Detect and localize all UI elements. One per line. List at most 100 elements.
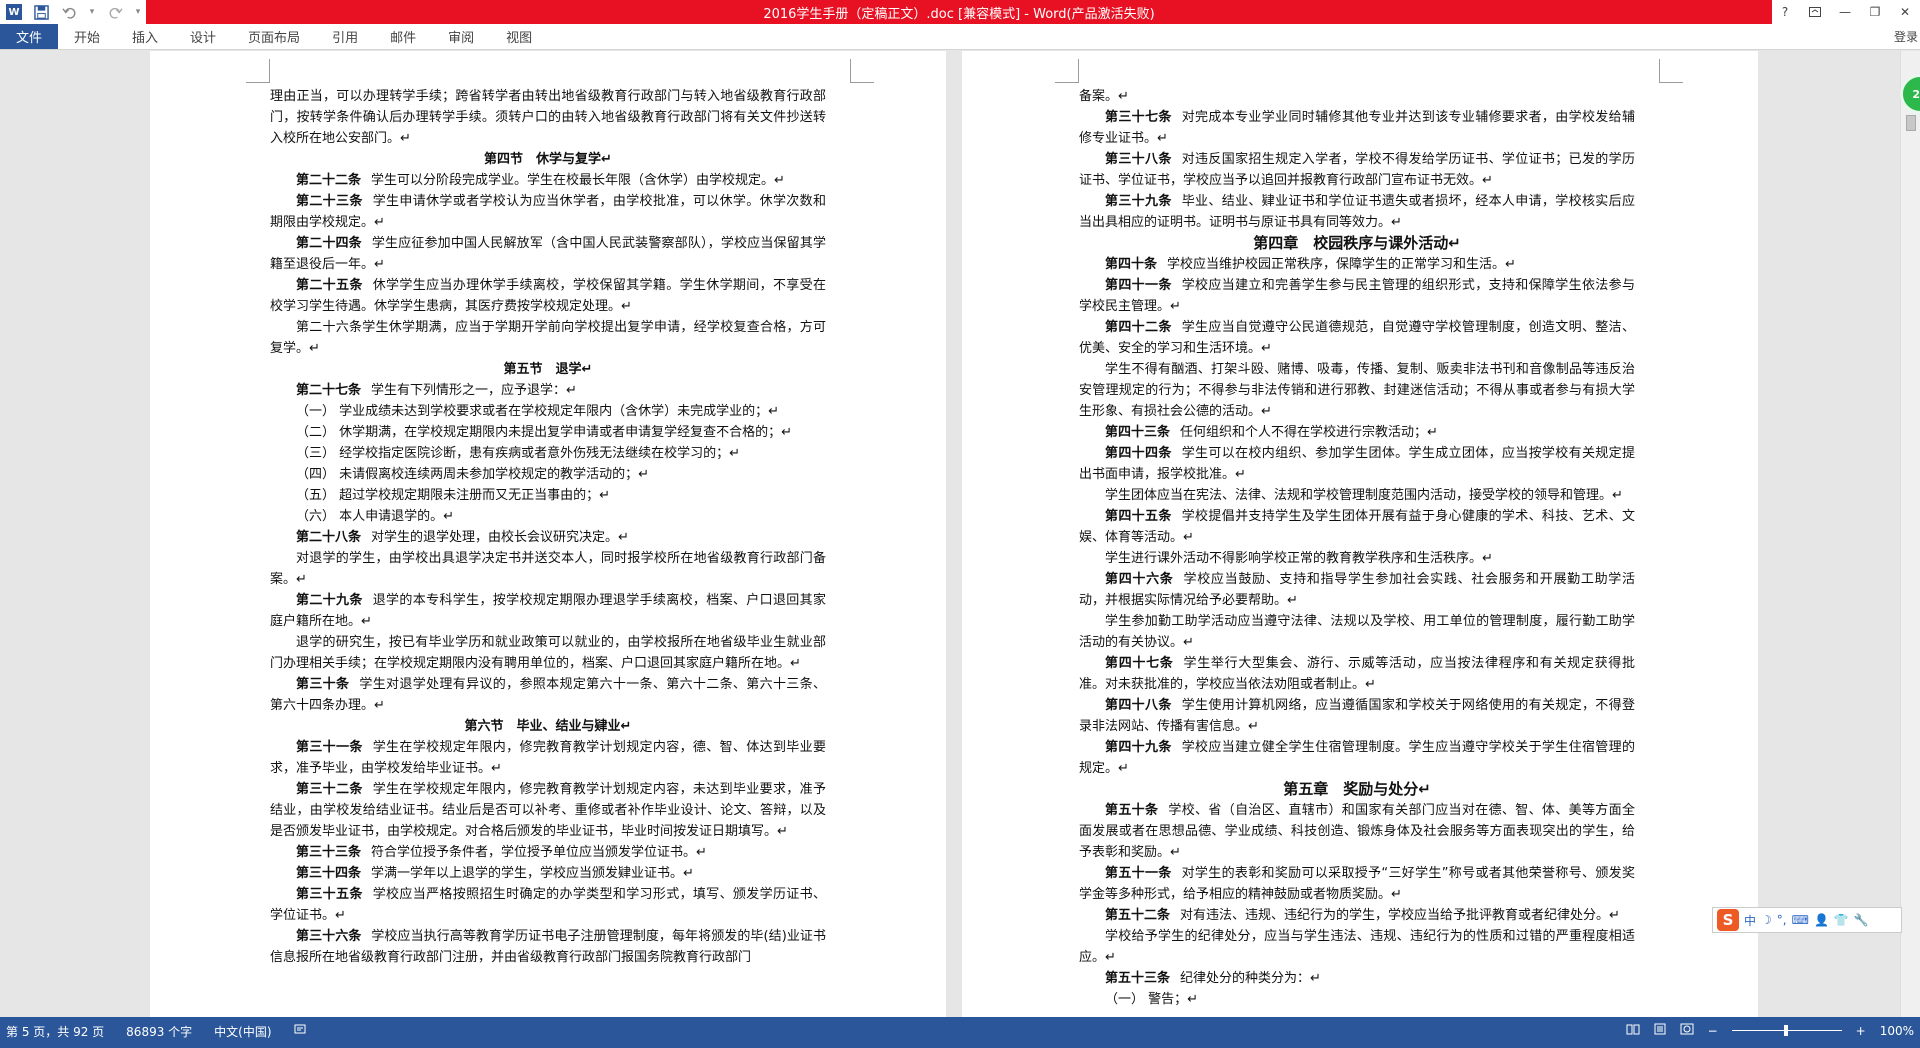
article-number: 第三十七条 (1105, 110, 1172, 125)
article-number: 第三十六条 (296, 929, 362, 944)
tab-view[interactable]: 视图 (490, 24, 548, 49)
zoom-level[interactable]: 100% (1880, 1024, 1914, 1038)
body-paragraph: 学生不得有酗酒、打架斗殴、赌博、吸毒，传播、复制、贩卖非法书刊和音像制品等违反治… (1079, 362, 1635, 419)
ime-chinese-mode[interactable]: 中 (1744, 912, 1756, 929)
article-paragraph: 第三十六条 学校应当执行高等教育学历证书电子注册管理制度，每年将颁发的毕(结)业证… (270, 926, 826, 968)
word-count[interactable]: 86893 个字 (126, 1023, 192, 1040)
body-paragraph: （五） 超过学校规定期限未注册而又无正当事由的；↵ (296, 488, 611, 503)
zoom-slider-knob[interactable] (1783, 1025, 1788, 1036)
scrollbar-thumb[interactable] (1906, 115, 1916, 131)
save-icon[interactable] (32, 3, 50, 21)
vertical-scrollbar[interactable] (1900, 51, 1920, 1017)
macro-record-icon[interactable] (294, 1023, 306, 1040)
article-paragraph: 第三十三条 符合学位授予条件者，学位授予单位应当颁发学位证书。↵ (270, 842, 826, 863)
article-number: 第三十一条 (296, 740, 363, 755)
article-text: 纪律处分的种类分为：↵ (1180, 971, 1321, 986)
help-button[interactable]: ? (1770, 0, 1800, 24)
article-number: 第四十七条 (1105, 656, 1174, 671)
section-heading: 第四章 校园秩序与课外活动↵ (1253, 234, 1461, 252)
page-text-left[interactable]: 理由正当，可以办理转学手续；跨省转学者由转出地省级教育行政部门与转入地省级教育行… (270, 86, 826, 968)
article-number: 第四十一条 (1105, 278, 1172, 293)
article-paragraph: 第二十九条 退学的本专科学生，按学校规定期限办理退学手续离校，档案、户口退回其家庭… (270, 590, 826, 632)
word-logo-icon[interactable]: W (6, 4, 22, 20)
tab-insert[interactable]: 插入 (116, 24, 174, 49)
document-page-right[interactable]: 备案。↵ 第三十七条 对完成本专业学业同时辅修其他专业并达到该专业辅修要求者，由学校… (962, 51, 1758, 1017)
article-paragraph: 第四十四条 学生可以在校内组织、参加学生团体。学生成立团体，应当按学校有关规定提出… (1079, 443, 1635, 485)
article-paragraph: 第四十六条 学校应当鼓励、支持和指导学生参加社会实践、社会服务和开展勤工助学活动，… (1079, 569, 1635, 611)
tab-page-layout[interactable]: 页面布局 (232, 24, 316, 49)
article-paragraph: 第三十七条 对完成本专业学业同时辅修其他专业并达到该专业辅修要求者，由学校发给辅修… (1079, 107, 1635, 149)
article-paragraph: 第四十三条 任何组织和个人不得在学校进行宗教活动；↵ (1079, 422, 1635, 443)
body-paragraph: （一） 学业成绩未达到学校要求或者在学校规定年限内（含休学）未完成学业的；↵ (296, 404, 780, 419)
article-number: 第四十九条 (1105, 740, 1172, 755)
article-number: 第五十三条 (1105, 971, 1171, 986)
login-link[interactable]: 登录 (1894, 28, 1918, 45)
article-number: 第三十四条 (296, 866, 362, 881)
tab-design[interactable]: 设计 (174, 24, 232, 49)
restore-button[interactable]: ❐ (1860, 0, 1890, 24)
article-paragraph: 第四十五条 学校提倡并支持学生及学生团体开展有益于身心健康的学术、科技、艺术、文娱… (1079, 506, 1635, 548)
print-layout-icon[interactable] (1654, 1023, 1666, 1038)
article-paragraph: 第四十九条 学校应当建立健全学生住宿管理制度。学生应当遵守学校关于学生住宿管理的规… (1079, 737, 1635, 779)
article-paragraph: 第五十三条 纪律处分的种类分为：↵ (1079, 968, 1635, 989)
article-paragraph: 第二十四条 学生应征参加中国人民解放军（含中国人民武装警察部队），学校应当保留其学… (270, 233, 826, 275)
article-number: 第三十二条 (296, 782, 363, 797)
customize-qat-icon[interactable]: ▾ (134, 3, 142, 21)
crop-mark (1659, 59, 1683, 83)
sogou-logo-icon[interactable]: S (1717, 909, 1739, 931)
tab-review[interactable]: 审阅 (432, 24, 490, 49)
article-number: 第五十一条 (1105, 866, 1172, 881)
undo-icon[interactable] (60, 3, 78, 21)
body-paragraph: （四） 未请假离校连续两周未参加学校规定的教学活动的；↵ (296, 467, 650, 482)
article-paragraph: 第二十三条 学生申请休学或者学校认为应当休学者，由学校批准，可以休学。休学次数和期… (270, 191, 826, 233)
article-paragraph: 第二十二条 学生可以分阶段完成学业。学生在校最长年限（含休学）由学校规定。↵ (270, 170, 826, 191)
article-text: 学满一学年以上退学的学生，学校应当颁发肄业证书。↵ (371, 866, 694, 881)
zoom-slider[interactable] (1731, 1025, 1842, 1036)
ime-toolbar[interactable]: S 中 ☽ °, ⌨ 👤 👕 🔧 (1712, 907, 1902, 933)
keyboard-icon[interactable]: ⌨ (1792, 913, 1809, 927)
minimize-button[interactable]: — (1830, 0, 1860, 24)
body-paragraph: 学生参加勤工助学活动应当遵守法律、法规以及学校、用工单位的管理制度，履行勤工助学… (1079, 614, 1635, 650)
article-paragraph: 第四十二条 学生应当自觉遵守公民道德规范，自觉遵守学校管理制度，创造文明、整洁、优… (1079, 317, 1635, 359)
moon-icon[interactable]: ☽ (1761, 913, 1772, 927)
article-text: 对学生的退学处理，由校长会议研究决定。↵ (371, 530, 629, 545)
article-text: 学校应当维护校园正常秩序，保障学生的正常学习和生活。↵ (1167, 257, 1516, 272)
article-paragraph: 第三十四条 学满一学年以上退学的学生，学校应当颁发肄业证书。↵ (270, 863, 826, 884)
body-paragraph: 备案。↵ (1079, 89, 1129, 104)
zoom-out-button[interactable]: − (1708, 1024, 1718, 1038)
article-paragraph: 第二十八条 对学生的退学处理，由校长会议研究决定。↵ (270, 527, 826, 548)
tab-references[interactable]: 引用 (316, 24, 374, 49)
article-number: 第二十四条 (296, 236, 362, 251)
body-paragraph: （二） 休学期满，在学校规定期限内未提出复学申请或者申请复学经复查不合格的；↵ (296, 425, 793, 440)
document-area[interactable]: 理由正当，可以办理转学手续；跨省转学者由转出地省级教育行政部门与转入地省级教育行… (0, 51, 1900, 1017)
ribbon-display-options-button[interactable] (1800, 0, 1830, 24)
section-heading: 第五节 退学↵ (503, 362, 593, 377)
page-text-right[interactable]: 备案。↵ 第三十七条 对完成本专业学业同时辅修其他专业并达到该专业辅修要求者，由学校… (1079, 86, 1635, 1010)
article-number: 第三十五条 (296, 887, 363, 902)
article-text: 任何组织和个人不得在学校进行宗教活动；↵ (1180, 425, 1438, 440)
document-page-left[interactable]: 理由正当，可以办理转学手续；跨省转学者由转出地省级教育行政部门与转入地省级教育行… (150, 51, 946, 1017)
chevron-down-icon[interactable]: ▾ (88, 3, 96, 21)
article-paragraph: 第三十一条 学生在学校规定年限内，修完教育教学计划规定内容，德、智、体达到毕业要求… (270, 737, 826, 779)
read-mode-icon[interactable] (1626, 1023, 1640, 1038)
punctuation-icon[interactable]: °, (1777, 913, 1787, 927)
wrench-icon[interactable]: 🔧 (1854, 913, 1869, 927)
body-paragraph: 学生团体应当在宪法、法律、法规和学校管理制度范围内活动，接受学校的领导和管理。↵ (1105, 488, 1623, 503)
article-number: 第四十六条 (1105, 572, 1174, 587)
zoom-in-button[interactable]: + (1856, 1024, 1866, 1038)
tab-home[interactable]: 开始 (58, 24, 116, 49)
article-number: 第四十三条 (1105, 425, 1171, 440)
article-paragraph: 第三十八条 对违反国家招生规定入学者，学校不得发给学历证书、学位证书；已发的学历证… (1079, 149, 1635, 191)
web-layout-icon[interactable] (1680, 1023, 1694, 1038)
language-indicator[interactable]: 中文(中国) (214, 1023, 271, 1040)
redo-icon[interactable] (106, 3, 124, 21)
close-button[interactable]: ✕ (1890, 0, 1920, 24)
page-count[interactable]: 第 5 页，共 92 页 (6, 1023, 104, 1040)
tab-file[interactable]: 文件 (0, 24, 58, 49)
user-icon[interactable]: 👤 (1814, 913, 1829, 927)
tab-mailings[interactable]: 邮件 (374, 24, 432, 49)
skin-icon[interactable]: 👕 (1834, 913, 1849, 927)
title-bar: W ▾ ▾ 2016学生手册（定稿正文）.doc [兼容模式] - Word(产… (0, 0, 1920, 24)
article-paragraph: 第四十一条 学校应当建立和完善学生参与民主管理的组织形式，支持和保障学生依法参与学… (1079, 275, 1635, 317)
article-number: 第四十条 (1105, 257, 1158, 272)
